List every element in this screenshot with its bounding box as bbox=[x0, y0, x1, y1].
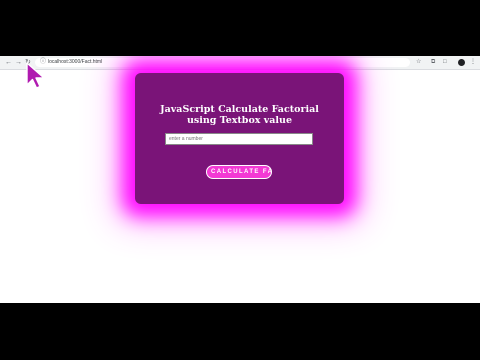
calculate-button[interactable]: CALCULATE FA bbox=[206, 165, 272, 179]
forward-icon[interactable]: → bbox=[15, 58, 22, 67]
page-content: JavaScript Calculate Factorial using Tex… bbox=[0, 70, 480, 303]
bookmark-star-icon[interactable]: ☆ bbox=[416, 58, 421, 67]
browser-toolbar: ← → ↻ ⓘ localhost:3000/Fact.html ☆ ⧉ □ ⋮ bbox=[0, 56, 480, 70]
back-icon[interactable]: ← bbox=[5, 58, 12, 67]
profile-avatar[interactable] bbox=[458, 59, 465, 66]
page-title: JavaScript Calculate Factorial using Tex… bbox=[160, 104, 319, 126]
browser-window: ← → ↻ ⓘ localhost:3000/Fact.html ☆ ⧉ □ ⋮… bbox=[0, 56, 480, 303]
mouse-cursor-icon bbox=[26, 62, 45, 89]
extensions-icon[interactable]: ⧉ bbox=[431, 58, 435, 67]
number-input[interactable] bbox=[165, 133, 313, 145]
factorial-card: JavaScript Calculate Factorial using Tex… bbox=[135, 73, 344, 204]
browser-menu-icon[interactable]: ⋮ bbox=[470, 58, 476, 67]
address-url[interactable]: localhost:3000/Fact.html bbox=[48, 58, 102, 67]
split-view-icon[interactable]: □ bbox=[443, 58, 447, 67]
